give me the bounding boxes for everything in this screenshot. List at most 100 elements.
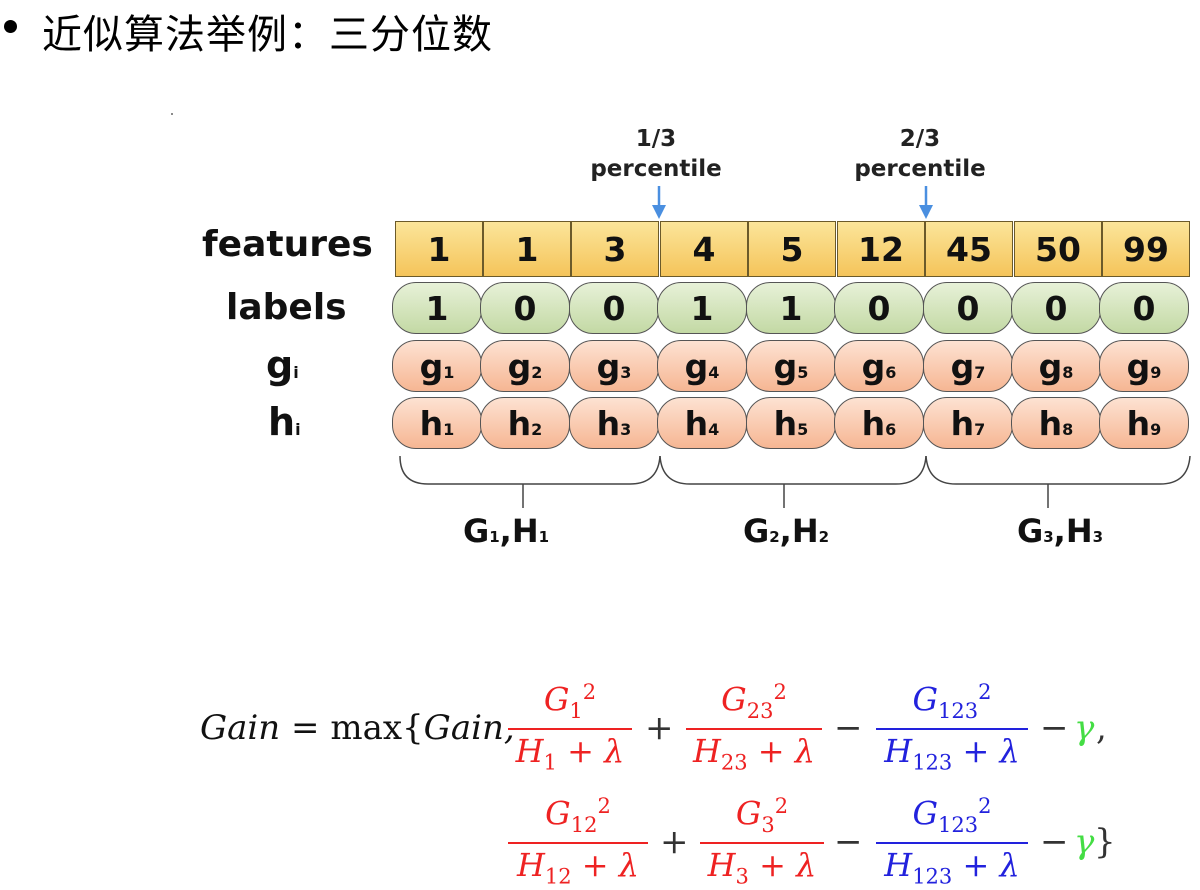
label-cell: 1 bbox=[392, 282, 482, 334]
symbol-g: G bbox=[543, 680, 570, 719]
gradient-cell-sub: 7 bbox=[974, 362, 986, 382]
symbol-h: H bbox=[884, 732, 913, 770]
numerator-sup: 2 bbox=[597, 794, 611, 818]
group-g: G bbox=[1016, 512, 1044, 550]
numerator-sub: 3 bbox=[761, 813, 775, 838]
denominator-sub: 123 bbox=[912, 750, 953, 775]
gradient-cell: g3 bbox=[569, 340, 659, 392]
hessian-cell-sub: 9 bbox=[1150, 419, 1162, 439]
group-h: H bbox=[791, 512, 819, 550]
numerator-sup: 2 bbox=[978, 680, 992, 704]
plus-sign: + bbox=[581, 846, 609, 884]
formula-gain-arg: Gain, bbox=[423, 708, 515, 748]
gradient-cell-sub: 6 bbox=[885, 362, 897, 382]
group-g-sub: 1 bbox=[489, 528, 500, 546]
hessian-cell-sub: 5 bbox=[797, 419, 809, 439]
feature-cell: 12 bbox=[837, 221, 925, 277]
row-label-g-sub: i bbox=[293, 363, 299, 382]
denominator-sub: 23 bbox=[720, 750, 748, 775]
label-cell: 0 bbox=[1011, 282, 1101, 334]
hessian-cell: h6 bbox=[834, 397, 924, 449]
gradient-cell-sub: 9 bbox=[1150, 362, 1162, 382]
fraction-numerator: G1232 bbox=[876, 794, 1028, 837]
denominator-sub: 12 bbox=[544, 864, 572, 889]
symbol-h: H bbox=[707, 846, 736, 884]
gradient-cell: g6 bbox=[834, 340, 924, 392]
group-label-3: G3,H3 bbox=[970, 512, 1150, 550]
gradient-cell: g8 bbox=[1011, 340, 1101, 392]
fraction-bar bbox=[876, 728, 1028, 730]
group-sep: , bbox=[1053, 512, 1066, 550]
hessian-cell-sub: 6 bbox=[885, 419, 897, 439]
numerator-sub: 12 bbox=[570, 813, 598, 838]
label-cell: 0 bbox=[480, 282, 570, 334]
denominator-sub: 1 bbox=[543, 750, 557, 775]
fraction-bar bbox=[508, 842, 648, 844]
numerator-sup: 2 bbox=[582, 680, 597, 704]
group-brace-2 bbox=[659, 455, 927, 485]
row-label-h-sub: i bbox=[295, 420, 301, 439]
plus-sign: + bbox=[962, 732, 990, 770]
symbol-g: G bbox=[721, 680, 747, 719]
fraction-denominator: H1 + λ bbox=[508, 732, 632, 774]
denominator-sub: 123 bbox=[912, 864, 953, 889]
formula-max: max{ bbox=[330, 708, 424, 748]
hessian-cell-sub: 1 bbox=[443, 419, 455, 439]
lambda-symbol: λ bbox=[796, 846, 817, 884]
hessian-cell: h8 bbox=[1011, 397, 1101, 449]
formula-equals: = bbox=[291, 708, 320, 748]
hessian-cell-sub: 2 bbox=[531, 419, 543, 439]
hessian-cell-sub: 8 bbox=[1062, 419, 1074, 439]
lambda-symbol: λ bbox=[618, 846, 640, 884]
hessian-cell: h5 bbox=[746, 397, 836, 449]
hessian-cell-sub: 7 bbox=[974, 419, 986, 439]
fraction-bar bbox=[686, 728, 822, 730]
fraction-denominator: H123 + λ bbox=[876, 732, 1028, 774]
hessian-cell: h3 bbox=[569, 397, 659, 449]
gradient-cell: g5 bbox=[746, 340, 836, 392]
symbol-h: H bbox=[692, 732, 721, 770]
group-g-sub: 2 bbox=[769, 528, 780, 546]
hessian-cell-base: h bbox=[1038, 403, 1063, 443]
hessian-cell-base: h bbox=[596, 403, 621, 443]
formula-gain-symbol: Gain bbox=[200, 708, 281, 748]
formula-close-brace: } bbox=[1094, 822, 1116, 862]
fraction-parent-term: G1232 H123 + λ bbox=[876, 680, 1028, 784]
numerator-sup: 2 bbox=[774, 794, 789, 818]
fraction-denominator: H3 + λ bbox=[700, 846, 824, 888]
group-label-2: G2,H2 bbox=[696, 512, 876, 550]
gradient-cell-base: g bbox=[950, 346, 975, 386]
hessian-cell-base: h bbox=[950, 403, 975, 443]
gradient-cell-base: g bbox=[861, 346, 886, 386]
hessian-cell-sub: 3 bbox=[620, 419, 632, 439]
formula-plus: + bbox=[660, 822, 689, 862]
plus-sign: + bbox=[962, 846, 990, 884]
gradient-cell-base: g bbox=[419, 346, 444, 386]
fraction-numerator: G12 bbox=[508, 680, 632, 723]
label-cell: 0 bbox=[569, 282, 659, 334]
symbol-h: H bbox=[515, 732, 544, 770]
feature-cell: 45 bbox=[925, 221, 1013, 277]
fraction-left-term: G122 H12 + λ bbox=[508, 794, 648, 890]
gradient-cell-base: g bbox=[773, 346, 798, 386]
gradient-cell-base: g bbox=[596, 346, 621, 386]
gradient-cell-base: g bbox=[684, 346, 709, 386]
label-cell: 0 bbox=[1099, 282, 1189, 334]
fraction-parent-term: G1232 H123 + λ bbox=[876, 794, 1028, 890]
fraction-denominator: H23 + λ bbox=[686, 732, 822, 774]
feature-cell: 99 bbox=[1102, 221, 1190, 277]
group-h-sub: 1 bbox=[538, 528, 550, 546]
row-label-h: hi bbox=[268, 400, 301, 444]
group-h: H bbox=[1065, 512, 1093, 550]
lambda-symbol: λ bbox=[999, 846, 1020, 884]
numerator-sup: 2 bbox=[773, 680, 787, 704]
feature-cell: 1 bbox=[395, 221, 483, 277]
group-h-sub: 3 bbox=[1092, 528, 1104, 546]
lambda-symbol: λ bbox=[604, 732, 625, 770]
fraction-bar bbox=[876, 842, 1028, 844]
gradient-cell: g4 bbox=[657, 340, 747, 392]
row-label-g: gi bbox=[266, 343, 299, 387]
hessian-cell-sub: 4 bbox=[708, 419, 720, 439]
formula-minus: − bbox=[1040, 708, 1069, 748]
numerator-sup: 2 bbox=[978, 794, 992, 818]
